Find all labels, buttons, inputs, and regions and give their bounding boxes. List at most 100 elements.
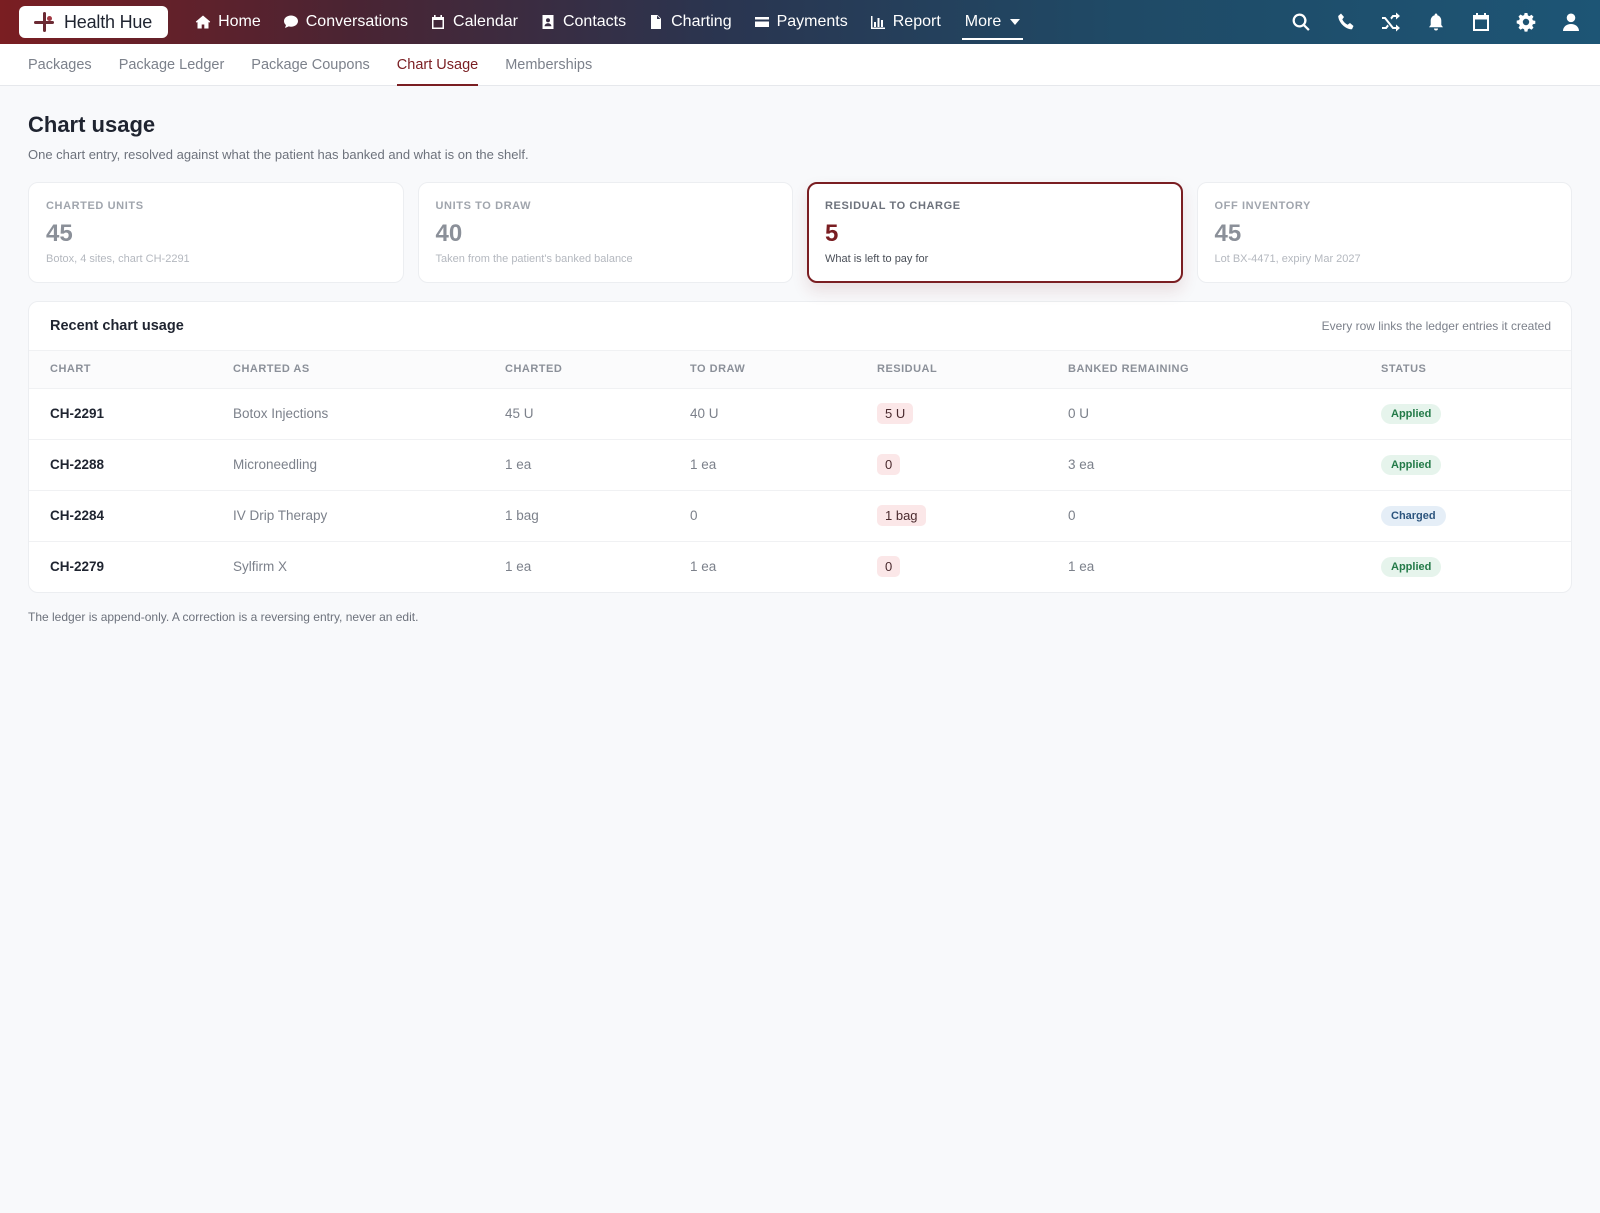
- table-row[interactable]: CH-2288 Microneedling 1 ea 1 ea 0 3 ea A…: [29, 439, 1571, 491]
- card-value: 40: [435, 220, 463, 247]
- table-header-row: CHART CHARTED AS CHARTED TO DRAW RESIDUA…: [29, 351, 1571, 389]
- calendar-button[interactable]: [1470, 11, 1492, 33]
- cell-status: Applied: [1381, 541, 1571, 592]
- cell-residual: 5 U: [877, 388, 1068, 440]
- cell-banked: 3 ea: [1068, 439, 1381, 491]
- bell-icon: [1429, 13, 1443, 31]
- cell-residual: 0: [877, 439, 1068, 491]
- shuffle-icon: [1382, 12, 1400, 32]
- home-icon: [195, 15, 211, 29]
- table-row[interactable]: CH-2291 Botox Injections 45 U 40 U 5 U 0…: [29, 388, 1571, 440]
- user-icon: [1563, 13, 1579, 31]
- cell-charted: 1 ea: [505, 439, 690, 491]
- residual-pill: 1 bag: [877, 505, 926, 526]
- calendar-icon: [1473, 13, 1489, 31]
- cell-chart-id[interactable]: CH-2279: [29, 541, 233, 592]
- card-units-to-draw[interactable]: UNITS TO DRAW 40 Taken from the patient'…: [417, 182, 793, 283]
- cell-to-draw: 40 U: [690, 388, 877, 440]
- phone-icon: [1338, 13, 1354, 30]
- settings-button[interactable]: [1515, 11, 1537, 33]
- card-residual-to-charge[interactable]: RESIDUAL TO CHARGE 5 What is left to pay…: [807, 182, 1183, 283]
- tab-package-ledger[interactable]: Package Ledger: [119, 44, 225, 85]
- nav-payments-label: Payments: [776, 13, 848, 30]
- cell-banked: 1 ea: [1068, 559, 1095, 575]
- app-name: Health Hue: [64, 11, 153, 32]
- card-note: What is left to pay for: [825, 253, 929, 265]
- card-note: Botox, 4 sites, chart CH-2291: [46, 253, 190, 265]
- chart-usage-table: CHART CHARTED AS CHARTED TO DRAW RESIDUA…: [29, 351, 1571, 592]
- app-logo[interactable]: Health Hue: [19, 6, 169, 38]
- cell-charted-as: Microneedling: [233, 439, 505, 491]
- tab-packages[interactable]: Packages: [28, 44, 92, 85]
- tab-package-coupons[interactable]: Package Coupons: [251, 44, 370, 85]
- tab-memberships[interactable]: Memberships: [505, 44, 592, 85]
- notifications-button[interactable]: [1425, 11, 1447, 33]
- col-status[interactable]: STATUS: [1381, 351, 1571, 389]
- shuffle-button[interactable]: [1380, 11, 1402, 33]
- col-charted-as[interactable]: CHARTED AS: [233, 351, 505, 389]
- panel-hint: Every row links the ledger entries it cr…: [1321, 319, 1551, 333]
- search-button[interactable]: [1290, 11, 1312, 33]
- card-label: UNITS TO DRAW: [435, 200, 532, 212]
- col-charted[interactable]: CHARTED: [505, 351, 690, 389]
- residual-pill: 5 U: [877, 403, 914, 424]
- cell-residual: 1 bag: [877, 490, 1068, 542]
- panel-title: Recent chart usage: [50, 318, 184, 334]
- col-chart[interactable]: CHART: [29, 351, 233, 389]
- nav-calendar[interactable]: Calendar: [419, 0, 529, 44]
- card-charted-units[interactable]: CHARTED UNITS 45 Botox, 4 sites, chart C…: [28, 182, 404, 283]
- cell-charted: 1 ea: [505, 559, 532, 575]
- nav-contacts-label: Contacts: [562, 13, 627, 30]
- gear-icon: [1516, 13, 1536, 32]
- cell-status: Charged: [1381, 490, 1571, 542]
- card-label: CHARTED UNITS: [46, 200, 144, 212]
- status-badge: Applied: [1381, 403, 1442, 424]
- cell-charted: 45 U: [505, 388, 690, 440]
- status-badge: Applied: [1381, 454, 1442, 475]
- nav-charting-label: Charting: [671, 13, 732, 30]
- cell-to-draw: 1 ea: [690, 439, 877, 491]
- profile-button[interactable]: [1560, 11, 1582, 33]
- nav-payments[interactable]: Payments: [743, 0, 859, 44]
- nav-conversations-label: Conversations: [305, 13, 409, 30]
- nav-more-label: More: [964, 13, 1002, 30]
- card-value: 45: [46, 220, 73, 247]
- logo-mark-icon: [33, 11, 55, 33]
- cell-chart-id[interactable]: CH-2288: [29, 439, 233, 491]
- nav-conversations[interactable]: Conversations: [272, 0, 419, 44]
- cell-charted-as: IV Drip Therapy: [233, 490, 505, 542]
- col-to-draw[interactable]: TO DRAW: [690, 351, 877, 389]
- cell-charted: 1 bag: [505, 490, 690, 542]
- residual-pill: 0: [877, 556, 901, 578]
- cell-chart-id[interactable]: CH-2291: [29, 388, 233, 440]
- nav-report-label: Report: [892, 13, 941, 30]
- cell-chart-id[interactable]: CH-2284: [29, 490, 233, 542]
- nav-home[interactable]: Home: [184, 0, 272, 44]
- status-badge: Applied: [1381, 556, 1442, 577]
- col-banked-remaining[interactable]: BANKED REMAINING: [1068, 351, 1381, 389]
- page-title: Chart usage: [28, 112, 156, 137]
- card-label: RESIDUAL TO CHARGE: [825, 200, 961, 212]
- nav-calendar-label: Calendar: [453, 13, 518, 30]
- phone-button[interactable]: [1335, 11, 1357, 33]
- credit-card-icon: [754, 17, 769, 27]
- search-icon: [1292, 13, 1310, 31]
- summary-cards: CHARTED UNITS 45 Botox, 4 sites, chart C…: [28, 182, 1572, 283]
- tab-chart-usage[interactable]: Chart Usage: [396, 44, 479, 86]
- bar-chart-icon: [870, 16, 885, 29]
- table-row[interactable]: CH-2279 Sylfirm X 1 ea 1 ea 0 1 ea Appli…: [29, 541, 1571, 592]
- card-value: 45: [1214, 220, 1242, 247]
- col-residual[interactable]: RESIDUAL: [877, 351, 1068, 389]
- nav-more-dropdown[interactable]: More: [954, 0, 1031, 44]
- ledger-footnote: The ledger is append-only. A correction …: [28, 610, 419, 624]
- table-row[interactable]: CH-2284 IV Drip Therapy 1 bag 0 1 bag 0 …: [29, 490, 1571, 542]
- card-value: 5: [825, 220, 839, 247]
- status-badge: Charged: [1381, 505, 1446, 526]
- nav-report[interactable]: Report: [859, 0, 952, 44]
- nav-contacts[interactable]: Contacts: [529, 0, 637, 44]
- nav-charting[interactable]: Charting: [637, 0, 742, 44]
- cell-to-draw: 0: [690, 490, 877, 542]
- residual-pill: 0: [877, 454, 901, 475]
- main-content: Chart usage One chart entry, resolved ag…: [0, 86, 1600, 624]
- card-off-inventory[interactable]: OFF INVENTORY 45 Lot BX-4471, expiry Mar…: [1196, 182, 1572, 283]
